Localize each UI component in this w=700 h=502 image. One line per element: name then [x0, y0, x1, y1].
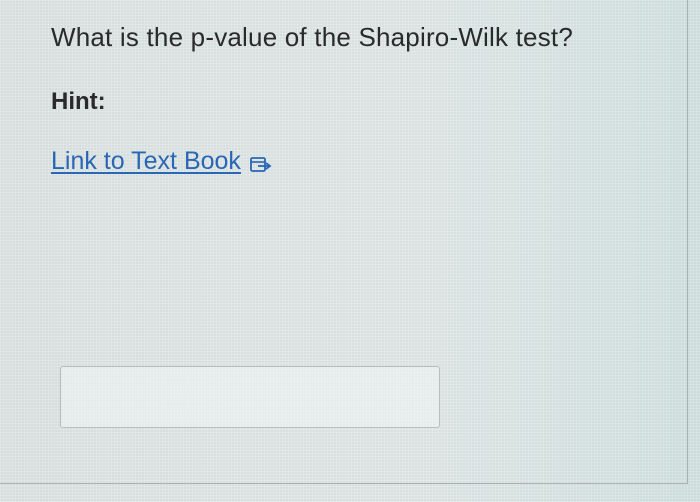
external-link-icon — [249, 152, 273, 172]
textbook-link[interactable]: Link to Text Book — [51, 147, 273, 176]
question-card: What is the p-value of the Shapiro-Wilk … — [0, 0, 688, 484]
textbook-link-label: Link to Text Book — [51, 147, 241, 175]
answer-input[interactable] — [60, 366, 440, 428]
question-text: What is the p-value of the Shapiro-Wilk … — [51, 22, 574, 52]
hint-label: Hint: — [51, 88, 106, 115]
